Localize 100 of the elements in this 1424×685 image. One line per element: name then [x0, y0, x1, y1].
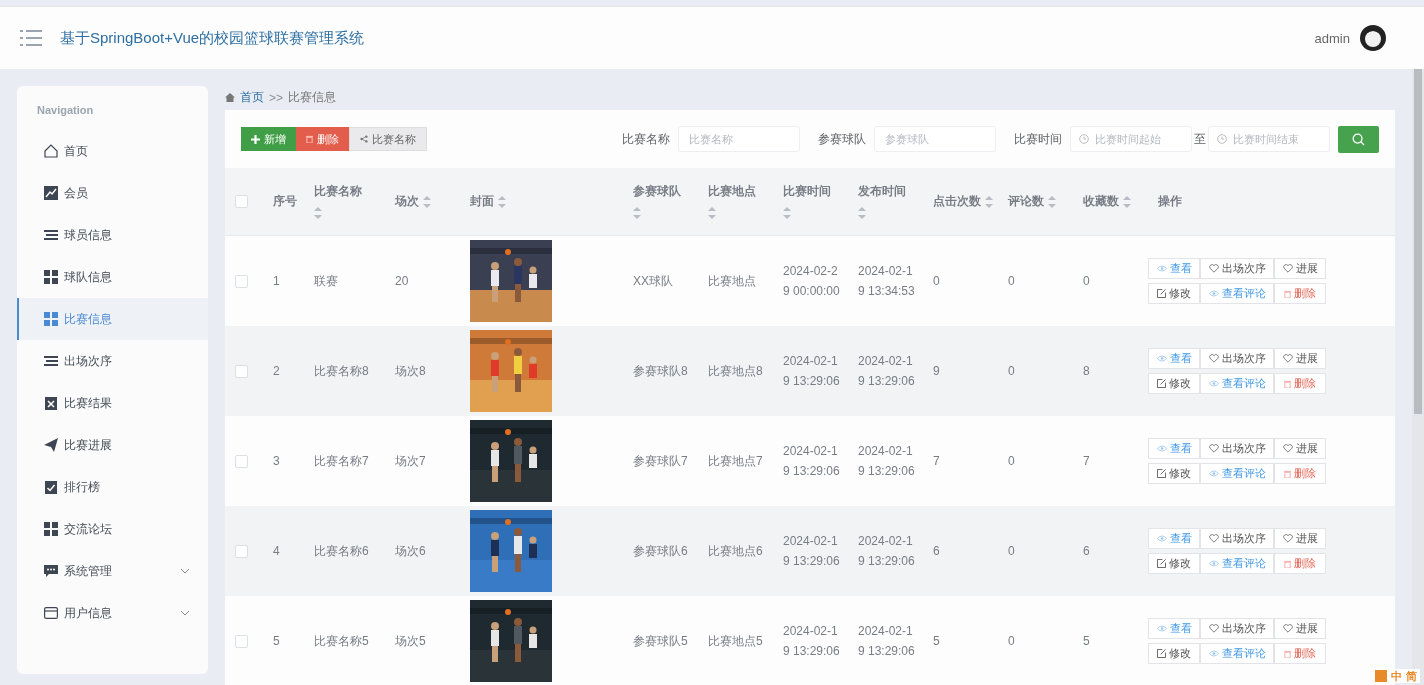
action-button[interactable]: 进展	[1274, 528, 1326, 549]
column-header[interactable]: 点击次数	[933, 194, 993, 209]
search-button[interactable]	[1338, 125, 1379, 153]
share-button[interactable]: 比赛名称	[349, 127, 427, 151]
row-checkbox[interactable]	[235, 634, 248, 648]
eye-icon	[1156, 535, 1167, 542]
sort-icon[interactable]	[633, 207, 641, 219]
column-header[interactable]: 比赛名称	[314, 184, 362, 219]
action-button[interactable]: 删除	[1274, 283, 1326, 304]
sidebar-item[interactable]: 交流论坛	[17, 508, 208, 550]
home-icon	[225, 93, 235, 102]
sidebar-item[interactable]: 会员	[17, 172, 208, 214]
action-button[interactable]: 删除	[1274, 373, 1326, 394]
column-header[interactable]: 封面	[470, 194, 506, 209]
sort-icon[interactable]	[783, 207, 791, 219]
action-button[interactable]: 查看评论	[1200, 553, 1274, 574]
sidebar-item[interactable]: 用户信息	[17, 592, 208, 634]
action-button[interactable]: 查看	[1148, 438, 1200, 459]
action-button[interactable]: 查看	[1148, 258, 1200, 279]
action-button[interactable]: 出场次序	[1200, 618, 1274, 639]
table-cell-text: 2024-02-19 13:29:06	[783, 533, 841, 570]
search-field[interactable]: 比赛名称	[678, 126, 800, 152]
action-button[interactable]: 查看评论	[1200, 643, 1274, 664]
action-button[interactable]: 修改	[1148, 373, 1200, 394]
row-checkbox[interactable]	[235, 544, 248, 558]
edit-icon	[1157, 469, 1166, 478]
action-button[interactable]: 修改	[1148, 643, 1200, 664]
action-button[interactable]: 出场次序	[1200, 348, 1274, 369]
edit-icon	[1157, 289, 1166, 298]
sidebar-item[interactable]: 比赛进展	[17, 424, 208, 466]
sidebar-item[interactable]: 系统管理	[17, 550, 208, 592]
ime-logo-icon[interactable]	[1375, 670, 1387, 682]
action-button[interactable]: 查看	[1148, 618, 1200, 639]
action-button[interactable]: 进展	[1274, 618, 1326, 639]
row-checkbox[interactable]	[235, 364, 248, 378]
action-button[interactable]: 查看评论	[1200, 373, 1274, 394]
select-all-checkbox[interactable]	[235, 195, 248, 208]
home-icon	[44, 144, 58, 158]
column-header[interactable]: 比赛地点	[708, 184, 756, 219]
action-button[interactable]: 查看	[1148, 348, 1200, 369]
action-button[interactable]: 删除	[1274, 643, 1326, 664]
sort-icon[interactable]	[985, 195, 993, 208]
table-row[interactable]: 2 比赛名称8 场次8 参赛球队8 比赛地点8 2024-02-19 13:29:06 2024-02-19 13:29:06 9 0 8 查看 出场次序 进展 修改 查看评论 删除	[225, 326, 1395, 416]
breadcrumb-link[interactable]: 首页	[240, 89, 264, 106]
edit-icon	[1157, 559, 1166, 568]
avatar-icon[interactable]	[1360, 25, 1386, 51]
sort-icon[interactable]	[423, 195, 431, 208]
sort-icon[interactable]	[1048, 195, 1056, 208]
action-button[interactable]: 出场次序	[1200, 438, 1274, 459]
search-field[interactable]: 参赛球队	[874, 126, 996, 152]
row-checkbox[interactable]	[235, 454, 248, 468]
table-cell-text: 2024-02-19 13:29:06	[783, 443, 841, 480]
sort-icon[interactable]	[858, 207, 866, 219]
action-button[interactable]: 查看	[1148, 528, 1200, 549]
chart-icon	[44, 186, 58, 200]
sort-icon[interactable]	[1123, 195, 1131, 208]
row-checkbox[interactable]	[235, 274, 248, 288]
eye-icon	[1156, 355, 1167, 362]
sort-icon[interactable]	[314, 207, 322, 219]
action-button[interactable]: 修改	[1148, 553, 1200, 574]
column-header[interactable]: 评论数	[1008, 194, 1056, 209]
table-cell: 比赛地点6	[708, 542, 763, 560]
action-button[interactable]: 修改	[1148, 463, 1200, 484]
column-header: 序号	[273, 194, 297, 209]
column-header[interactable]: 发布时间	[858, 184, 906, 219]
action-button[interactable]: 出场次序	[1200, 528, 1274, 549]
action-button[interactable]: 删除	[1274, 553, 1326, 574]
column-header[interactable]: 收藏数	[1083, 194, 1131, 209]
menu-icon[interactable]	[20, 30, 42, 46]
sidebar-item[interactable]: 球队信息	[17, 256, 208, 298]
action-button[interactable]: 查看评论	[1200, 463, 1274, 484]
action-button[interactable]: 进展	[1274, 438, 1326, 459]
action-button[interactable]: 查看评论	[1200, 283, 1274, 304]
action-button[interactable]: 出场次序	[1200, 258, 1274, 279]
date-field[interactable]: 比赛时间结束	[1208, 126, 1330, 152]
date-field[interactable]: 比赛时间起始	[1070, 126, 1192, 152]
delete-button[interactable]: 删除	[296, 127, 349, 151]
sidebar-item[interactable]: 出场次序	[17, 340, 208, 382]
table-cell: 4	[273, 544, 280, 558]
eye-icon	[1208, 290, 1219, 297]
column-header[interactable]: 参赛球队	[633, 184, 681, 219]
column-header[interactable]: 比赛时间	[783, 184, 831, 219]
add-button[interactable]: 新增	[241, 127, 296, 151]
action-button[interactable]: 进展	[1274, 258, 1326, 279]
column-header[interactable]: 场次	[395, 194, 431, 209]
sidebar-item[interactable]: 排行榜	[17, 466, 208, 508]
sidebar-item[interactable]: 球员信息	[17, 214, 208, 256]
app-title: 基于SpringBoot+Vue的校园篮球联赛管理系统	[60, 28, 365, 48]
table-row[interactable]: 4 比赛名称6 场次6 参赛球队6 比赛地点6 2024-02-19 13:29:06 2024-02-19 13:29:06 6 0 6 查看 出场次序 进展 修改 查看评论 删除	[225, 506, 1395, 596]
action-button[interactable]: 进展	[1274, 348, 1326, 369]
sort-icon[interactable]	[708, 207, 716, 219]
sidebar-item[interactable]: 首页	[17, 130, 208, 172]
action-button[interactable]: 修改	[1148, 283, 1200, 304]
username[interactable]: admin	[1314, 30, 1350, 46]
sidebar-item[interactable]: 比赛信息	[17, 298, 208, 340]
action-button[interactable]: 删除	[1274, 463, 1326, 484]
sort-icon[interactable]	[498, 195, 506, 208]
grid-icon	[44, 312, 58, 326]
table-cell: 3	[273, 454, 280, 468]
sidebar-item[interactable]: 比赛结果	[17, 382, 208, 424]
